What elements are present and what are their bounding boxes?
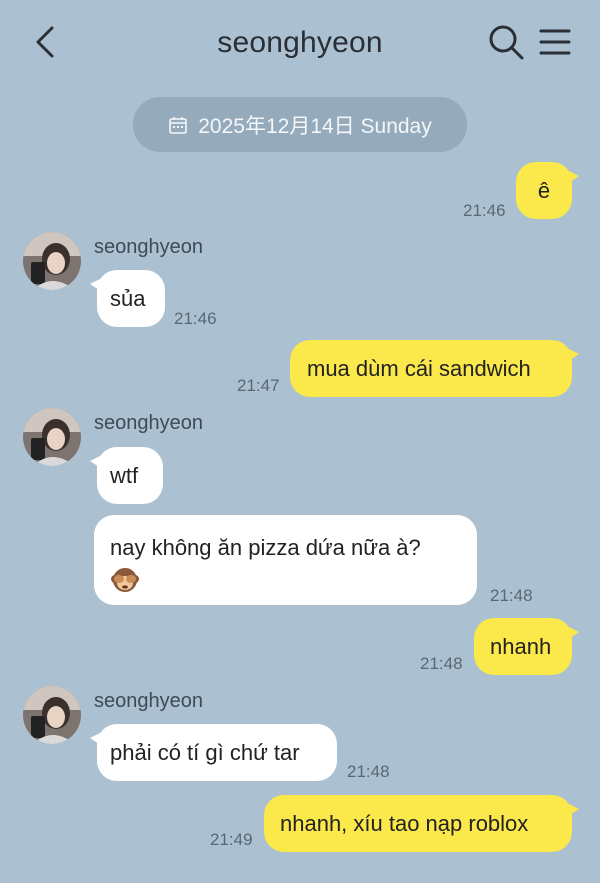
- profile-photo-icon: [23, 686, 81, 744]
- message-text: nhanh, xíu tao nạp roblox: [280, 811, 529, 836]
- outgoing-message-bubble[interactable]: mua dùm cái sandwich: [290, 340, 579, 397]
- date-text: 2025年12月14日 Sunday: [198, 114, 432, 138]
- outgoing-message-bubble[interactable]: nhanh: [474, 618, 579, 675]
- message-time: 21:46: [463, 201, 506, 220]
- incoming-message-bubble[interactable]: phải có tí gì chứ tar: [90, 724, 337, 781]
- message-text: phải có tí gì chứ tar: [110, 740, 300, 765]
- profile-photo-icon: [23, 408, 81, 466]
- sender-name: seonghyeon: [94, 412, 203, 434]
- message-time: 21:46: [174, 309, 217, 328]
- incoming-message-bubble[interactable]: wtf: [90, 447, 163, 504]
- search-button[interactable]: [486, 22, 526, 62]
- message-text: sủa: [110, 286, 146, 311]
- profile-photo-icon: [23, 232, 81, 290]
- menu-button[interactable]: [536, 22, 576, 62]
- date-divider: 2025年12月14日 Sunday: [133, 97, 467, 152]
- calendar-icon: [169, 116, 188, 134]
- message-time: 21:47: [237, 376, 280, 395]
- outgoing-message-bubble[interactable]: nhanh, xíu tao nạp roblox: [264, 795, 579, 852]
- message-time: 21:48: [420, 654, 463, 673]
- message-text: mua dùm cái sandwich: [307, 356, 531, 381]
- message-text: ê: [537, 178, 551, 203]
- search-icon: [489, 25, 524, 60]
- message-text: nay không ăn pizza dứa nữa à?: [110, 535, 421, 560]
- message-text: wtf: [110, 463, 139, 488]
- message-time: 21:49: [210, 830, 253, 849]
- message-text: nhanh: [490, 634, 552, 659]
- sender-name: seonghyeon: [94, 690, 203, 712]
- incoming-message-bubble[interactable]: nay không ăn pizza dứa nữa à?: [94, 515, 477, 605]
- outgoing-message-bubble[interactable]: ê: [516, 162, 579, 219]
- avatar[interactable]: [23, 408, 81, 466]
- avatar[interactable]: [23, 232, 81, 290]
- sender-name: seonghyeon: [94, 236, 203, 258]
- chat-header: seonghyeon: [0, 0, 600, 86]
- hamburger-menu-icon: [539, 29, 571, 55]
- message-time: 21:48: [347, 762, 390, 781]
- message-time: 21:48: [490, 586, 533, 605]
- see-no-evil-monkey-icon: [110, 565, 140, 595]
- incoming-message-bubble[interactable]: sủa: [90, 270, 165, 327]
- avatar[interactable]: [23, 686, 81, 744]
